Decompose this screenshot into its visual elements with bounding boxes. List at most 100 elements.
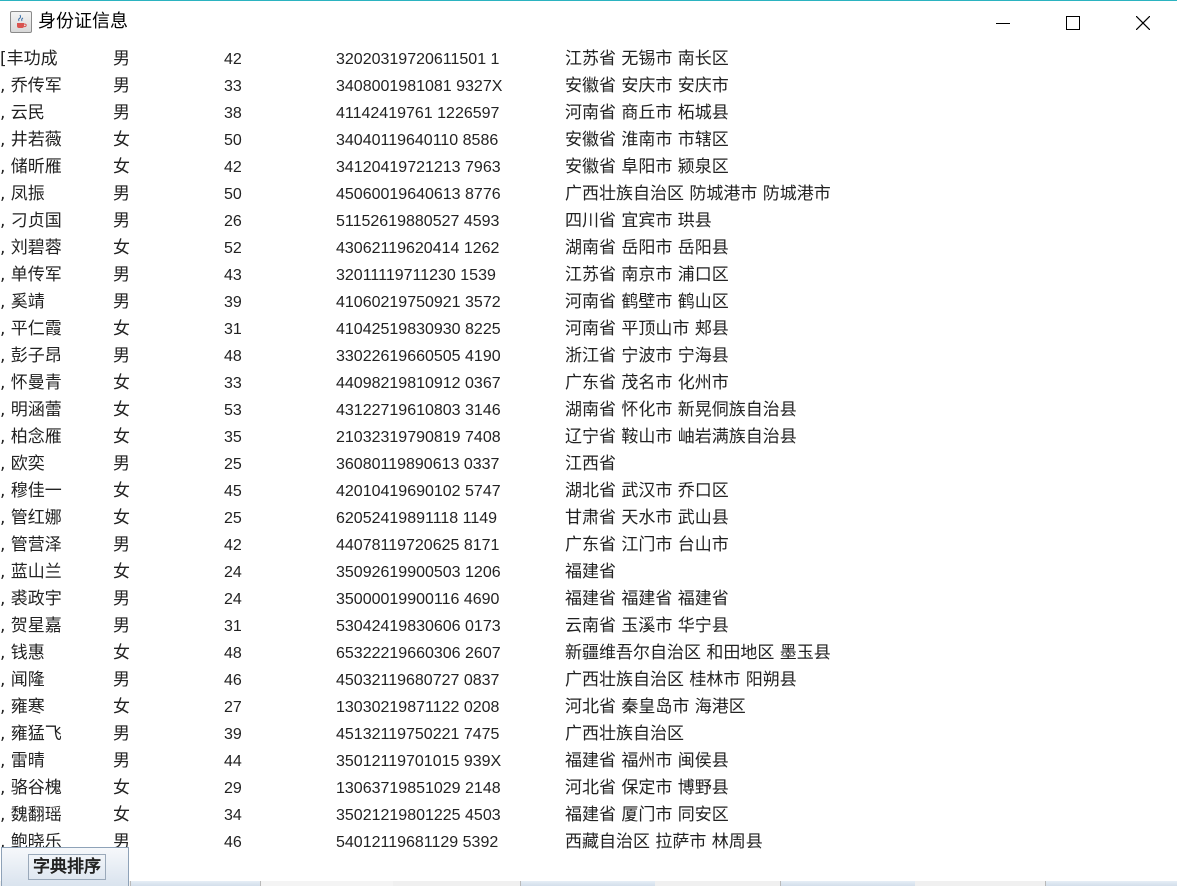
list-item: , 刘碧蓉 女 52 43062119620414 1262 湖南省 岳阳市 岳阳县 <box>0 235 1177 262</box>
person-id-number: 41142419761 1226597 <box>336 105 500 122</box>
person-age: 31 <box>224 321 242 338</box>
bottom-tab-strip <box>0 881 1177 886</box>
person-age: 50 <box>224 132 242 149</box>
person-name: , 奚靖 <box>0 292 45 312</box>
person-sex: 男 <box>113 589 130 609</box>
person-id-number: 41042519830930 8225 <box>336 321 501 338</box>
person-age: 33 <box>224 78 242 95</box>
list-item: , 骆谷槐 女 29 13063719851029 2148 河北省 保定市 博野县 <box>0 775 1177 802</box>
person-name: , 储昕雁 <box>0 157 62 177</box>
person-name: , 怀曼青 <box>0 373 62 393</box>
person-age: 24 <box>224 591 242 608</box>
person-address: 浙江省 宁波市 宁海县 <box>565 346 729 366</box>
person-address: 江苏省 无锡市 南长区 <box>565 49 729 69</box>
tab-segment[interactable] <box>1045 881 1177 886</box>
person-age: 31 <box>224 618 242 635</box>
person-sex: 男 <box>113 724 130 744</box>
person-sex: 女 <box>113 697 130 717</box>
person-id-number: 43122719610803 3146 <box>336 402 501 419</box>
person-id-number: 42010419690102 5747 <box>336 483 501 500</box>
id-info-window: 身份证信息 [丰功成男 42 32020319720611501 1 江苏省 无锡市 … <box>0 0 1177 886</box>
person-address: 四川省 宜宾市 珙县 <box>565 211 712 231</box>
list-item: , 奚靖 男 39 41060219750921 3572 河南省 鹤壁市 鹤山区 <box>0 289 1177 316</box>
person-sex: 女 <box>113 562 130 582</box>
person-sex: 男 <box>113 265 130 285</box>
list-item: , 彭子昂 男 48 33022619660505 4190 浙江省 宁波市 宁海县 <box>0 343 1177 370</box>
person-age: 53 <box>224 402 242 419</box>
person-address: 福建省 福州市 闽侯县 <box>565 751 729 771</box>
tab-segment[interactable] <box>780 881 915 886</box>
tab-segment[interactable] <box>520 881 655 886</box>
person-age: 42 <box>224 51 242 68</box>
person-sex: 女 <box>113 400 130 420</box>
person-address: 福建省 <box>565 562 616 582</box>
person-name: , 欧奕 <box>0 454 45 474</box>
maximize-button[interactable] <box>1038 1 1108 45</box>
list-item: , 单传军 男 43 32011119711230 1539 江苏省 南京市 浦口区 <box>0 262 1177 289</box>
dictionary-sort-button[interactable]: 字典排序 <box>1 847 129 886</box>
minimize-button[interactable] <box>968 1 1038 45</box>
java-cup-icon[interactable] <box>10 11 32 33</box>
person-address: 辽宁省 鞍山市 岫岩满族自治县 <box>565 427 797 447</box>
close-button[interactable] <box>1108 1 1177 45</box>
person-id-number: 41060219750921 3572 <box>336 294 501 311</box>
list-item: , 凤振 男 50 45060019640613 8776 广西壮族自治区 防城港市 防… <box>0 181 1177 208</box>
person-address: 河南省 鹤壁市 鹤山区 <box>565 292 729 312</box>
tab-segment[interactable] <box>260 881 393 886</box>
person-name: , 平仁霞 <box>0 319 62 339</box>
person-name: , 雷晴 <box>0 751 45 771</box>
title-bar[interactable]: 身份证信息 <box>0 1 1177 45</box>
person-age: 43 <box>224 267 242 284</box>
person-sex: 女 <box>113 157 130 177</box>
person-address: 福建省 福建省 福建省 <box>565 589 729 609</box>
person-sex: 男 <box>113 616 130 636</box>
list-item: , 刁贞国 男 26 51152619880527 4593 四川省 宜宾市 珙县 <box>0 208 1177 235</box>
person-sex: 女 <box>113 373 130 393</box>
tab-segment[interactable] <box>130 881 261 886</box>
person-sex: 男 <box>113 751 130 771</box>
list-item: , 雍寒 女 27 13030219871122 0208 河北省 秦皇岛市 海港区 <box>0 694 1177 721</box>
list-item: , 雍猛飞 男 39 45132119750221 7475 广西壮族自治区 <box>0 721 1177 748</box>
person-id-number: 3408001981081 9327X <box>336 78 503 95</box>
person-age: 42 <box>224 159 242 176</box>
list-item: , 管营泽 男 42 44078119720625 8171 广东省 江门市 台山市 <box>0 532 1177 559</box>
person-age: 35 <box>224 429 242 446</box>
person-name: , 裘政宇 <box>0 589 62 609</box>
person-name: , 单传军 <box>0 265 62 285</box>
person-id-number: 43062119620414 1262 <box>336 240 500 257</box>
person-address: 新疆维吾尔自治区 和田地区 墨玉县 <box>565 643 831 663</box>
list-item: , 云民 男 38 41142419761 1226597 河南省 商丘市 柘城县 <box>0 100 1177 127</box>
person-id-number: 54012119681129 5392 <box>336 834 499 851</box>
person-name: , 刘碧蓉 <box>0 238 62 258</box>
person-address: 湖南省 岳阳市 岳阳县 <box>565 238 729 258</box>
person-age: 39 <box>224 726 242 743</box>
list-item: , 魏翻瑶 女 34 35021219801225 4503 福建省 厦门市 同安区 <box>0 802 1177 829</box>
person-address: 广东省 茂名市 化州市 <box>565 373 729 393</box>
person-age: 48 <box>224 645 242 662</box>
person-age: 24 <box>224 564 242 581</box>
person-address: 福建省 厦门市 同安区 <box>565 805 729 825</box>
list-item: , 蓝山兰 女 24 35092619900503 1206 福建省 <box>0 559 1177 586</box>
person-id-number: 45032119680727 0837 <box>336 672 500 689</box>
person-sex: 女 <box>113 643 130 663</box>
list-item: , 储昕雁 女 42 34120419721213 7963 安徽省 阜阳市 颍泉区 <box>0 154 1177 181</box>
person-name: [丰功成 <box>0 49 58 69</box>
person-age: 44 <box>224 753 242 770</box>
person-age: 34 <box>224 807 242 824</box>
person-age: 52 <box>224 240 242 257</box>
person-address: 河北省 保定市 博野县 <box>565 778 729 798</box>
person-id-number: 44078119720625 8171 <box>336 537 500 554</box>
person-age: 39 <box>224 294 242 311</box>
list-item: [丰功成 男 42 32020319720611501 1 江苏省 无锡市 南长区 <box>0 46 1177 73</box>
close-icon <box>1136 16 1150 30</box>
person-sex: 男 <box>113 454 130 474</box>
person-sex: 男 <box>113 76 130 96</box>
person-id-number: 13063719851029 2148 <box>336 780 501 797</box>
list-item: , 柏念雁 女 35 21032319790819 7408 辽宁省 鞍山市 岫岩满族自… <box>0 424 1177 451</box>
list-item: , 明涵蕾 女 53 43122719610803 3146 湖南省 怀化市 新晃侗族自… <box>0 397 1177 424</box>
person-name: , 闻隆 <box>0 670 45 690</box>
person-address: 广西壮族自治区 <box>565 724 684 744</box>
person-address: 河南省 商丘市 柘城县 <box>565 103 729 123</box>
person-name: , 乔传军 <box>0 76 62 96</box>
person-name: , 钱惠 <box>0 643 45 663</box>
